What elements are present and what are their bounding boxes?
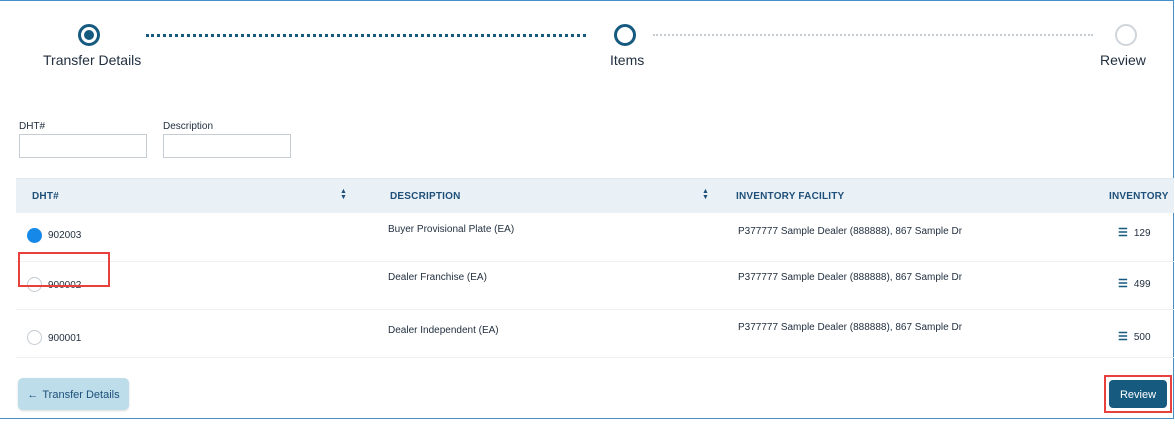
list-icon[interactable]: ☰	[1118, 278, 1128, 290]
row-inventory-facility: P377777 Sample Dealer (888888), 867 Samp…	[738, 226, 963, 237]
table-row[interactable]: 900002 Dealer Franchise (EA) P377777 Sam…	[16, 261, 1174, 310]
description-filter-input[interactable]	[163, 134, 291, 158]
row-inventory-count: 500	[1133, 332, 1151, 343]
row-inventory-facility: P377777 Sample Dealer (888888), 867 Samp…	[738, 322, 963, 333]
review-button-highlight: Review →	[1104, 375, 1172, 429]
selected-row-highlight	[18, 252, 110, 287]
step-items-indicator[interactable]	[614, 24, 636, 46]
table-row[interactable]: 902003 Buyer Provisional Plate (EA) P377…	[16, 213, 1174, 262]
dht-filter-input[interactable]	[19, 134, 147, 158]
step-active-dot	[84, 30, 94, 40]
row-inventory-count: 499	[1133, 279, 1151, 290]
items-table: DHT# ▲ ▼ DESCRIPTION ▲ ▼ INVENTORY FACILIT…	[16, 178, 1174, 361]
step-connector-completed	[146, 34, 586, 37]
sort-description-icon[interactable]: ▲ ▼	[702, 188, 709, 201]
review-button-label: Review	[1119, 389, 1157, 401]
sort-dht-icon[interactable]: ▲ ▼	[340, 188, 347, 201]
dht-filter-label: DHT#	[19, 121, 46, 132]
table-header: DHT# ▲ ▼ DESCRIPTION ▲ ▼ INVENTORY FACILIT…	[16, 179, 1174, 213]
column-header-inventory: INVENTORY	[1109, 191, 1169, 202]
row-description: Dealer Franchise (EA)	[388, 272, 487, 283]
row-inventory-facility: P377777 Sample Dealer (888888), 867 Samp…	[738, 272, 963, 283]
step-label-review: Review	[1100, 52, 1146, 68]
step-label-items: Items	[610, 52, 645, 68]
row-select-radio[interactable]	[27, 228, 42, 243]
arrow-left-icon: ←	[27, 389, 39, 401]
row-description: Buyer Provisional Plate (EA)	[388, 224, 515, 235]
back-button-label: Transfer Details	[42, 389, 120, 401]
column-header-description[interactable]: DESCRIPTION	[390, 191, 461, 202]
step-transfer-details-indicator[interactable]	[78, 24, 100, 46]
row-dht: 902003	[48, 230, 82, 241]
column-header-inventory-facility: INVENTORY FACILITY	[736, 191, 845, 202]
list-icon[interactable]: ☰	[1118, 227, 1128, 239]
row-inventory-count: 129	[1133, 228, 1151, 239]
row-select-radio[interactable]	[27, 330, 42, 345]
description-filter-label: Description	[163, 121, 214, 132]
table-row[interactable]: 900001 Dealer Independent (EA) P377777 S…	[16, 309, 1174, 358]
row-dht: 900001	[48, 333, 82, 344]
step-connector-upcoming	[653, 34, 1093, 36]
list-icon[interactable]: ☰	[1118, 331, 1128, 343]
back-transfer-details-button[interactable]: ← Transfer Details	[18, 378, 129, 410]
review-next-button[interactable]: Review →	[1109, 380, 1167, 429]
step-review-indicator[interactable]	[1115, 24, 1137, 46]
step-label-transfer-details: Transfer Details	[43, 52, 142, 68]
row-description: Dealer Independent (EA)	[388, 325, 499, 336]
column-header-dht[interactable]: DHT#	[32, 191, 59, 202]
